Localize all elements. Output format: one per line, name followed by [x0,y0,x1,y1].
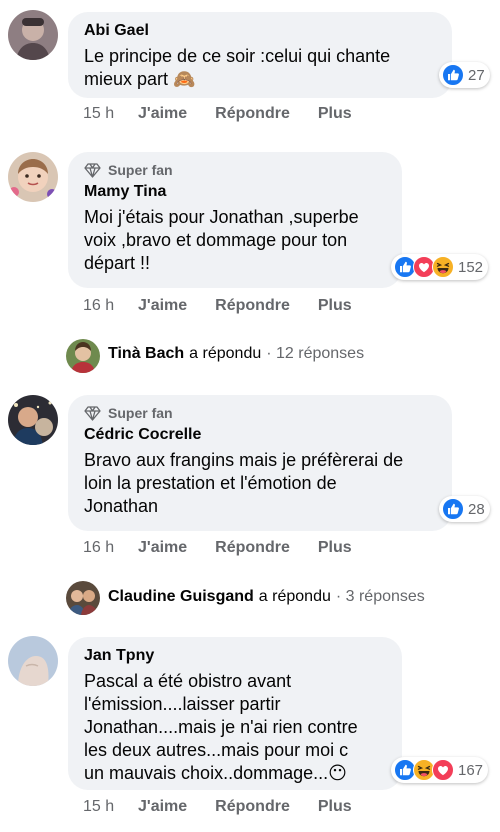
reply-count[interactable]: · 3 réponses [336,588,425,606]
comment-bubble: Abi Gael Le principe de ce soir :celui q… [68,12,452,98]
super-fan-badge: Super fan [84,162,386,178]
comment-time[interactable]: 15 h [83,798,138,816]
comment-author[interactable]: Jan Tpny [84,647,386,665]
comment-actions: 15 h J'aime Répondre Plus [83,798,380,816]
avatar-mamy-tina[interactable] [8,152,58,202]
super-fan-label: Super fan [108,162,173,178]
more-button[interactable]: Plus [318,798,352,816]
reaction-count: 152 [458,258,484,276]
comment-text: Le principe de ce soir :celui qui chante… [84,46,391,89]
like-button[interactable]: J'aime [138,105,187,123]
comment-text: Pascal a été obistro avant l'émission...… [84,671,358,783]
more-button[interactable]: Plus [318,105,352,123]
reaction-summary[interactable]: 152 [391,254,489,280]
reply-button[interactable]: Répondre [215,297,290,315]
comment-bubble: Super fan Cédric Cocrelle Bravo aux fran… [68,395,452,531]
comment-time[interactable]: 15 h [83,105,138,123]
more-button[interactable]: Plus [318,539,352,557]
comment-bubble: Super fan Mamy Tina Moi j'étais pour Jon… [68,152,402,288]
reaction-count: 27 [468,66,485,84]
comment-author[interactable]: Cédric Cocrelle [84,426,436,444]
avatar-abi-gael[interactable] [8,10,58,60]
comment-text: Moi j'étais pour Jonathan ,superbe voix … [84,207,359,273]
reaction-summary[interactable]: 167 [391,757,489,783]
reply-count[interactable]: · 12 réponses [266,345,364,363]
reply-button[interactable]: Répondre [215,539,290,557]
avatar-jan-tpny[interactable] [8,636,58,686]
avatar-tina-bach[interactable] [66,339,100,373]
comment-bubble: Jan Tpny Pascal a été obistro avant l'ém… [68,637,402,790]
replies-link[interactable]: Tinà Bach a répondu · 12 réponses [108,345,364,363]
reply-author[interactable]: Tinà Bach [108,345,184,363]
love-reaction-icon [432,759,454,781]
diamond-icon [84,163,101,178]
comment-actions: 15 h J'aime Répondre Plus [83,105,380,123]
reply-author[interactable]: Claudine Guisgand [108,588,254,606]
comment-actions: 16 h J'aime Répondre Plus [83,297,380,315]
reaction-summary[interactable]: 27 [439,62,490,88]
reply-button[interactable]: Répondre [215,798,290,816]
reaction-count: 167 [458,761,484,779]
like-reaction-icon [442,64,464,86]
comment-time[interactable]: 16 h [83,539,138,557]
like-button[interactable]: J'aime [138,798,187,816]
like-button[interactable]: J'aime [138,297,187,315]
avatar-cedric-cocrelle[interactable] [8,395,58,445]
comment-author[interactable]: Abi Gael [84,22,436,40]
comment-actions: 16 h J'aime Répondre Plus [83,539,380,557]
haha-reaction-icon [432,256,454,278]
like-reaction-icon [442,498,464,520]
super-fan-label: Super fan [108,405,173,421]
reply-verb: a répondu [258,588,331,605]
reaction-summary[interactable]: 28 [439,496,490,522]
reaction-count: 28 [468,500,485,518]
reply-verb: a répondu [189,345,262,362]
comment-author[interactable]: Mamy Tina [84,183,386,201]
comment-text: Bravo aux frangins mais je préfèrerai de… [84,450,404,516]
reply-button[interactable]: Répondre [215,105,290,123]
avatar-claudine-guisgand[interactable] [66,581,100,615]
more-button[interactable]: Plus [318,297,352,315]
like-button[interactable]: J'aime [138,539,187,557]
diamond-icon [84,406,101,421]
comment-time[interactable]: 16 h [83,297,138,315]
replies-link[interactable]: Claudine Guisgand a répondu · 3 réponses [108,588,425,606]
super-fan-badge: Super fan [84,405,436,421]
